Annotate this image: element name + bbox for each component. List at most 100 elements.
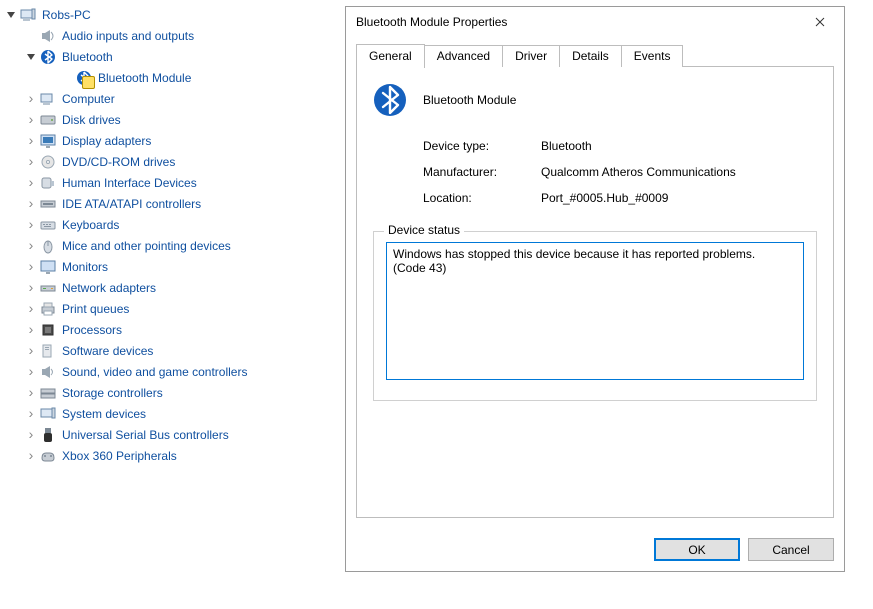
tree-item-label: IDE ATA/ATAPI controllers: [60, 196, 203, 212]
tree-item-label: Print queues: [60, 301, 131, 317]
bluetooth-icon: [76, 70, 92, 86]
tab-events[interactable]: Events: [621, 45, 684, 67]
tab-general[interactable]: General: [356, 44, 425, 68]
tab-panel-general: Bluetooth Module Device type: Bluetooth …: [356, 67, 834, 518]
tree-item-label: Monitors: [60, 259, 110, 275]
system-icon: [40, 406, 56, 422]
device-type-label: Device type:: [423, 139, 541, 153]
tree-item-software-devices[interactable]: Software devices: [0, 340, 330, 361]
tree-item-label: Sound, video and game controllers: [60, 364, 249, 380]
speaker-icon: [40, 28, 56, 44]
tree-item-computer[interactable]: Computer: [0, 88, 330, 109]
device-tree[interactable]: Robs-PC Audio inputs and outputs Bluetoot…: [0, 0, 330, 466]
bluetooth-icon: [40, 49, 56, 65]
tree-item-label: Bluetooth Module: [96, 70, 193, 86]
tree-item-label: Network adapters: [60, 280, 158, 296]
tree-item-system-devices[interactable]: System devices: [0, 403, 330, 424]
ide-icon: [40, 196, 56, 212]
cancel-button[interactable]: Cancel: [748, 538, 834, 561]
device-status-label: Device status: [384, 223, 464, 237]
chevron-right-icon[interactable]: [24, 134, 38, 148]
device-status-text[interactable]: [386, 242, 804, 380]
tree-item-xbox-360-peripherals[interactable]: Xbox 360 Peripherals: [0, 445, 330, 466]
monitor-icon: [40, 259, 56, 275]
network-icon: [40, 280, 56, 296]
tree-item-universal-serial-bus-controllers[interactable]: Universal Serial Bus controllers: [0, 424, 330, 445]
dialog-button-row: OK Cancel: [346, 528, 844, 571]
hid-icon: [40, 175, 56, 191]
tree-item-mice-and-other-pointing-devices[interactable]: Mice and other pointing devices: [0, 235, 330, 256]
dvd-icon: [40, 154, 56, 170]
chevron-right-icon[interactable]: [24, 323, 38, 337]
tree-item-human-interface-devices[interactable]: Human Interface Devices: [0, 172, 330, 193]
tree-item-label: Storage controllers: [60, 385, 165, 401]
chevron-right-icon[interactable]: [24, 176, 38, 190]
software-icon: [40, 343, 56, 359]
dialog-titlebar: Bluetooth Module Properties: [346, 7, 844, 37]
tree-item-keyboards[interactable]: Keyboards: [0, 214, 330, 235]
chevron-right-icon[interactable]: [24, 365, 38, 379]
dialog-tabs: GeneralAdvancedDriverDetailsEvents: [356, 43, 834, 67]
chevron-right-icon[interactable]: [24, 302, 38, 316]
tree-item-label: Display adapters: [60, 133, 153, 149]
device-name: Bluetooth Module: [423, 93, 516, 107]
tree-item-dvd-cd-rom-drives[interactable]: DVD/CD-ROM drives: [0, 151, 330, 172]
chevron-down-icon[interactable]: [24, 50, 38, 64]
sound-icon: [40, 364, 56, 380]
ok-button[interactable]: OK: [654, 538, 740, 561]
computer-icon: [40, 91, 56, 107]
properties-dialog: Bluetooth Module Properties GeneralAdvan…: [345, 6, 845, 572]
location-label: Location:: [423, 191, 541, 205]
close-button[interactable]: [800, 9, 840, 35]
tree-item-label: Software devices: [60, 343, 155, 359]
tree-item-monitors[interactable]: Monitors: [0, 256, 330, 277]
tree-root[interactable]: Robs-PC: [0, 4, 330, 25]
tree-item-label: Processors: [60, 322, 124, 338]
disk-icon: [40, 112, 56, 128]
tree-item-display-adapters[interactable]: Display adapters: [0, 130, 330, 151]
tree-item-print-queues[interactable]: Print queues: [0, 298, 330, 319]
tree-item-bluetooth[interactable]: Bluetooth: [0, 46, 330, 67]
chevron-right-icon[interactable]: [24, 92, 38, 106]
chevron-right-icon[interactable]: [24, 155, 38, 169]
chevron-right-icon[interactable]: [24, 239, 38, 253]
chevron-right-icon[interactable]: [24, 260, 38, 274]
tree-item-label: Audio inputs and outputs: [60, 28, 196, 44]
xbox-icon: [40, 448, 56, 464]
tree-item-bluetooth-module[interactable]: Bluetooth Module: [0, 67, 330, 88]
tree-item-label: Bluetooth: [60, 49, 115, 65]
usb-icon: [40, 427, 56, 443]
tree-item-label: DVD/CD-ROM drives: [60, 154, 177, 170]
chevron-right-icon[interactable]: [24, 113, 38, 127]
manufacturer-label: Manufacturer:: [423, 165, 541, 179]
chevron-right-icon[interactable]: [24, 449, 38, 463]
tree-item-sound-video-and-game-controllers[interactable]: Sound, video and game controllers: [0, 361, 330, 382]
chevron-right-icon[interactable]: [24, 281, 38, 295]
tab-driver[interactable]: Driver: [502, 45, 560, 67]
computer-icon: [20, 7, 36, 23]
tree-item-network-adapters[interactable]: Network adapters: [0, 277, 330, 298]
keyboard-icon: [40, 217, 56, 233]
tree-item-disk-drives[interactable]: Disk drives: [0, 109, 330, 130]
tab-details[interactable]: Details: [559, 45, 622, 67]
chevron-right-icon[interactable]: [24, 428, 38, 442]
tree-item-ide-ata-atapi-controllers[interactable]: IDE ATA/ATAPI controllers: [0, 193, 330, 214]
bluetooth-icon: [373, 83, 407, 117]
tree-item-processors[interactable]: Processors: [0, 319, 330, 340]
device-info-grid: Device type: Bluetooth Manufacturer: Qua…: [423, 139, 817, 205]
chevron-right-icon[interactable]: [24, 218, 38, 232]
tab-advanced[interactable]: Advanced: [424, 45, 503, 67]
tree-item-label: Mice and other pointing devices: [60, 238, 233, 254]
chevron-right-icon[interactable]: [24, 386, 38, 400]
chevron-right-icon[interactable]: [24, 197, 38, 211]
chevron-right-icon[interactable]: [24, 407, 38, 421]
chevron-down-icon[interactable]: [4, 8, 18, 22]
location-value: Port_#0005.Hub_#0009: [541, 191, 817, 205]
tree-item-storage-controllers[interactable]: Storage controllers: [0, 382, 330, 403]
chevron-right-icon[interactable]: [24, 344, 38, 358]
tree-item-label: Keyboards: [60, 217, 121, 233]
mouse-icon: [40, 238, 56, 254]
manufacturer-value: Qualcomm Atheros Communications: [541, 165, 817, 179]
device-type-value: Bluetooth: [541, 139, 817, 153]
tree-item-audio-inputs-and-outputs[interactable]: Audio inputs and outputs: [0, 25, 330, 46]
